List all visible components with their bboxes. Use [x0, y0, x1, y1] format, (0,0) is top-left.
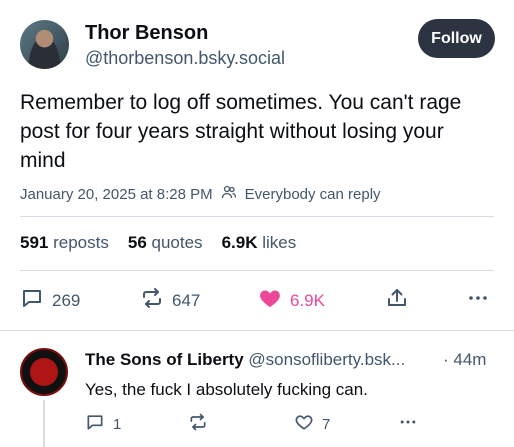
quotes-stat[interactable]: 56 quotes [128, 233, 203, 253]
post-meta: January 20, 2025 at 8:28 PM Everybody ca… [20, 184, 381, 204]
author-name[interactable]: Thor Benson [85, 22, 208, 45]
repost-count: 647 [172, 290, 201, 310]
divider [20, 270, 494, 271]
reply-author[interactable]: The Sons of Liberty @sonsofliberty.bsk..… [85, 350, 405, 370]
reply-reply-button[interactable]: 1 [85, 412, 121, 436]
reply-like-count: 7 [322, 415, 331, 433]
reply-button[interactable]: 269 [20, 286, 80, 315]
share-icon [385, 286, 409, 315]
reply-icon [85, 412, 105, 436]
post-stats: 591 reposts 56 quotes 6.9K likes [20, 233, 296, 253]
reply-text: Yes, the fuck I absolutely fucking can. [85, 380, 368, 399]
post-text: Remember to log off sometimes. You can't… [20, 91, 462, 172]
reply-author-avatar[interactable] [20, 348, 68, 396]
people-icon [221, 184, 237, 204]
more-options-button[interactable] [466, 286, 490, 315]
thread-line [43, 400, 45, 447]
repost-button[interactable]: 647 [140, 286, 200, 315]
reposts-stat[interactable]: 591 reposts [20, 233, 109, 253]
more-icon [398, 412, 418, 436]
heart-icon [258, 286, 282, 315]
reply-icon [20, 286, 44, 315]
reply-more-options-button[interactable] [398, 412, 418, 436]
repost-icon [140, 286, 164, 315]
like-count: 6.9K [290, 290, 325, 310]
heart-icon [294, 412, 314, 436]
share-button[interactable] [385, 286, 409, 315]
repost-icon [188, 412, 208, 436]
reply-count: 269 [52, 290, 81, 310]
reply-author-handle[interactable]: @sonsofliberty.bsk... [248, 350, 405, 369]
reply-author-name[interactable]: The Sons of Liberty [85, 350, 244, 369]
divider [20, 216, 494, 217]
reply-setting[interactable]: Everybody can reply [245, 186, 381, 203]
author-avatar[interactable] [20, 20, 69, 69]
reply-time[interactable]: · 44m [443, 350, 486, 370]
follow-button[interactable]: Follow [418, 19, 495, 58]
reply-repost-button[interactable] [188, 412, 208, 436]
more-icon [466, 286, 490, 315]
like-button[interactable]: 6.9K [258, 286, 325, 315]
reply-reply-count: 1 [113, 415, 122, 433]
likes-stat[interactable]: 6.9K likes [222, 233, 297, 253]
post-timestamp[interactable]: January 20, 2025 at 8:28 PM [20, 186, 213, 203]
divider [0, 330, 514, 331]
reply-like-button[interactable]: 7 [294, 412, 330, 436]
author-handle[interactable]: @thorbenson.bsky.social [85, 48, 285, 69]
